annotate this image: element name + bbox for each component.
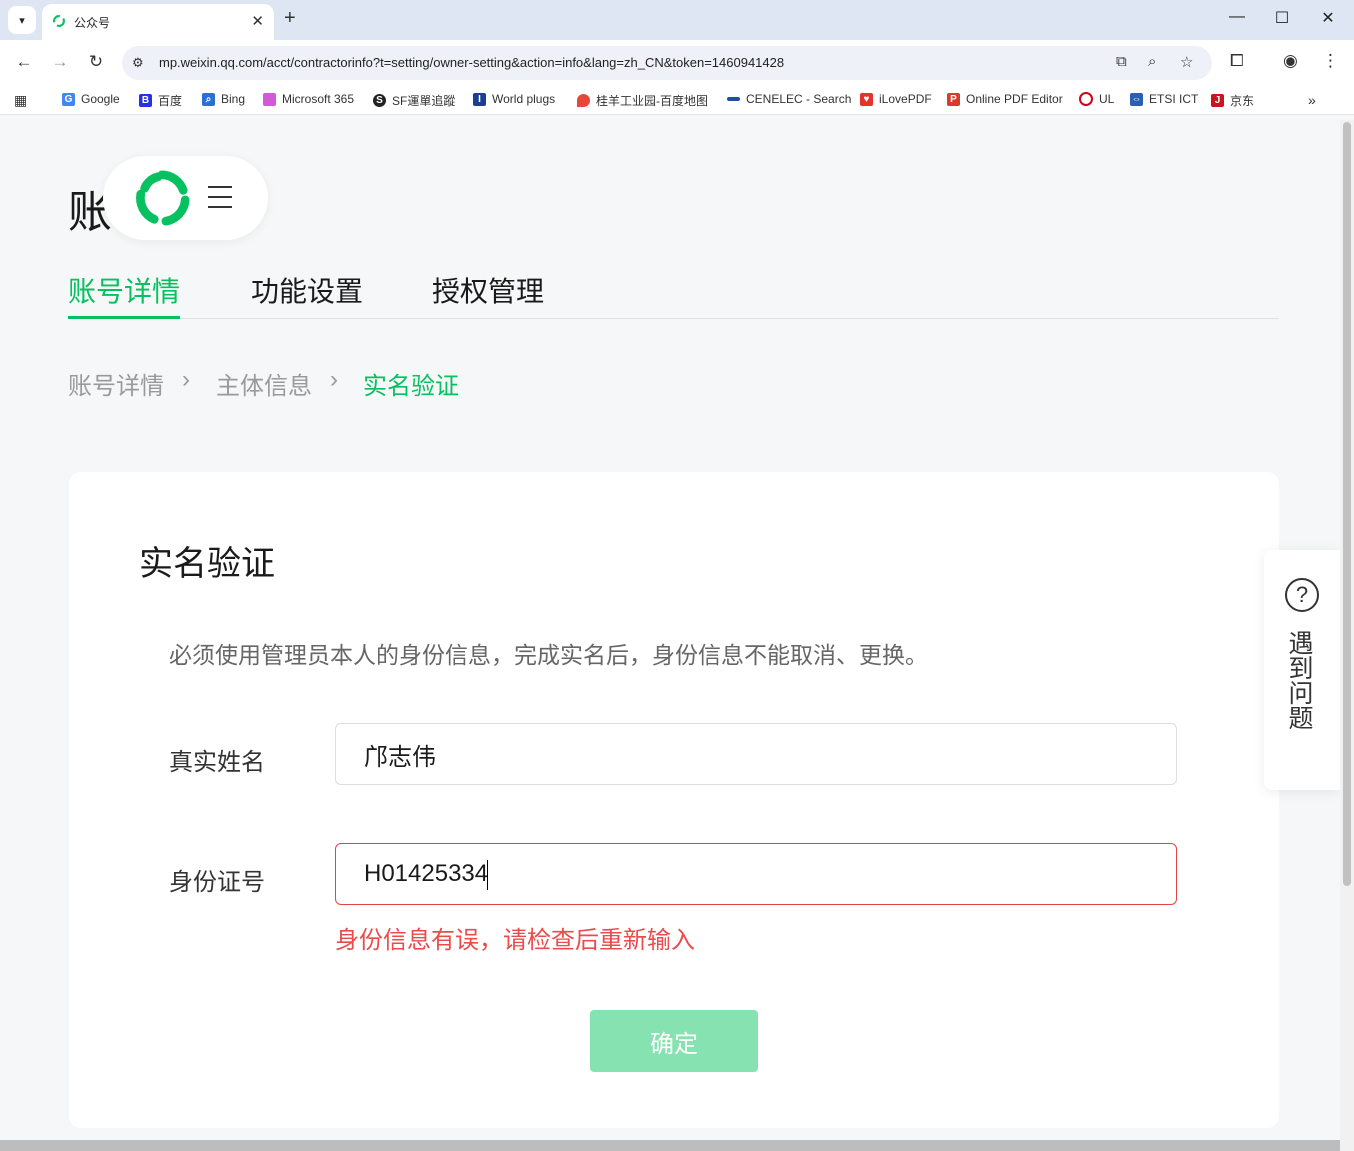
apps-grid-icon[interactable]: ▦: [14, 92, 27, 109]
bookmark-sf[interactable]: S SF運單追蹤: [373, 92, 455, 109]
question-circle-icon: ?: [1285, 578, 1319, 612]
bookmark-etsi[interactable]: ⇔ ETSI ICT: [1130, 92, 1198, 106]
help-label: 遇到问题: [1285, 630, 1313, 730]
tab-authorization-management[interactable]: 授权管理: [432, 270, 544, 316]
pdf-editor-icon: P: [947, 92, 960, 106]
bottom-strip: [0, 1140, 1340, 1151]
more-bookmarks-chevron-icon[interactable]: »: [1308, 92, 1316, 108]
translate-icon[interactable]: ⧉: [1116, 53, 1127, 70]
bookmarks-bar: ▦ G Google B 百度 ⌕ Bing Microsoft 365 S SF運單追…: [0, 86, 1354, 115]
bookmark-google[interactable]: G Google: [62, 92, 120, 106]
bookmark-jd[interactable]: J 京东: [1211, 92, 1254, 109]
main-tabs: 账号详情 功能设置 授权管理: [68, 270, 1279, 319]
close-window-icon[interactable]: ✕: [1313, 8, 1343, 28]
extensions-icon[interactable]: ⧠: [1230, 51, 1244, 71]
bookmark-ul[interactable]: UL: [1079, 92, 1114, 106]
text-caret: [487, 860, 488, 890]
jd-icon: J: [1211, 94, 1224, 107]
browser-menu-icon[interactable]: ⋮: [1322, 51, 1339, 71]
bing-search-icon: ⌕: [202, 92, 215, 106]
id-number-input[interactable]: [335, 843, 1177, 905]
bookmark-world-plugs[interactable]: I World plugs: [473, 92, 555, 106]
confirm-button[interactable]: 确定: [590, 1010, 758, 1072]
hamburger-menu-icon[interactable]: [208, 186, 232, 208]
page-scrollbar[interactable]: [1340, 120, 1354, 1151]
sf-icon: S: [373, 94, 386, 107]
profile-icon[interactable]: ◉: [1283, 51, 1298, 71]
notice-text: 必须使用管理员本人的身份信息，完成实名后，身份信息不能取消、更换。: [169, 642, 928, 668]
address-bar[interactable]: ⚙ mp.weixin.qq.com/acct/contractorinfo?t…: [122, 46, 1212, 80]
breadcrumb-chevron-icon: ›: [330, 366, 338, 393]
browser-toolbar: ← → ↻ ⚙ mp.weixin.qq.com/acct/contractor…: [0, 40, 1354, 86]
id-number-label: 身份证号: [169, 869, 265, 896]
tab-bar: ▾ 公众号 ✕ + — ☐ ✕: [0, 0, 1354, 40]
tab-function-settings[interactable]: 功能设置: [251, 270, 363, 316]
zoom-icon[interactable]: ⌕: [1148, 53, 1156, 70]
tab-account-details[interactable]: 账号详情: [68, 270, 181, 319]
microsoft365-icon: [263, 92, 276, 106]
reload-icon[interactable]: ↻: [84, 52, 108, 72]
bookmark-ilovepdf[interactable]: ♥ iLovePDF: [860, 92, 932, 106]
ilovepdf-icon: ♥: [860, 92, 873, 106]
help-float-panel[interactable]: ? 遇到问题: [1264, 550, 1340, 790]
bookmark-bing[interactable]: ⌕ Bing: [202, 92, 245, 106]
back-arrow-icon[interactable]: ←: [12, 52, 36, 72]
card-title: 实名验证: [139, 545, 275, 583]
bookmark-star-icon[interactable]: ☆: [1180, 53, 1193, 71]
ul-icon: [1079, 92, 1093, 106]
minimize-icon[interactable]: —: [1222, 8, 1252, 26]
bookmark-online-pdf-editor[interactable]: P Online PDF Editor: [947, 92, 1063, 106]
tab-search-menu-button[interactable]: ▾: [8, 6, 36, 34]
close-tab-icon[interactable]: ✕: [251, 12, 264, 30]
breadcrumb-current: 实名验证: [363, 373, 459, 400]
site-info-icon[interactable]: ⚙: [132, 55, 144, 71]
google-icon: G: [62, 92, 75, 106]
id-error-message: 身份信息有误，请检查后重新输入: [335, 927, 695, 954]
cenelec-icon: [727, 97, 740, 101]
iec-icon: I: [473, 92, 486, 106]
real-name-label: 真实姓名: [169, 749, 265, 776]
new-tab-button[interactable]: +: [284, 7, 296, 30]
browser-tab[interactable]: 公众号 ✕: [42, 4, 274, 40]
map-pin-icon: [577, 94, 590, 107]
forward-arrow-icon[interactable]: →: [48, 52, 72, 72]
bookmark-baidu-map[interactable]: 桂羊工业园-百度地图: [577, 92, 708, 109]
breadcrumb-account-details[interactable]: 账号详情: [68, 366, 164, 401]
real-name-input[interactable]: [335, 723, 1177, 785]
scrollbar-thumb[interactable]: [1343, 122, 1351, 886]
bookmark-microsoft365[interactable]: Microsoft 365: [263, 92, 354, 106]
bookmark-cenelec[interactable]: CENELEC - Search: [727, 92, 851, 106]
url-text[interactable]: mp.weixin.qq.com/acct/contractorinfo?t=s…: [159, 55, 784, 70]
verification-card: 实名验证 必须使用管理员本人的身份信息，完成实名后，身份信息不能取消、更换。 真…: [69, 472, 1279, 1128]
breadcrumb-entity-info[interactable]: 主体信息: [216, 366, 312, 401]
weixin-mp-logo-icon: [136, 170, 190, 226]
baidu-icon: B: [139, 94, 152, 107]
maximize-icon[interactable]: ☐: [1267, 8, 1297, 28]
tab-title: 公众号: [74, 16, 111, 30]
bookmark-baidu[interactable]: B 百度: [139, 92, 182, 109]
page-content: 账 账号详情 功能设置 授权管理 账号详情 › 主体信息 › 实名验证 实名验证…: [0, 120, 1340, 1151]
breadcrumb-chevron-icon: ›: [182, 366, 190, 393]
etsi-icon: ⇔: [1130, 92, 1143, 106]
weixin-mp-favicon-icon: [53, 15, 65, 27]
logo-menu-pill[interactable]: [103, 156, 268, 240]
